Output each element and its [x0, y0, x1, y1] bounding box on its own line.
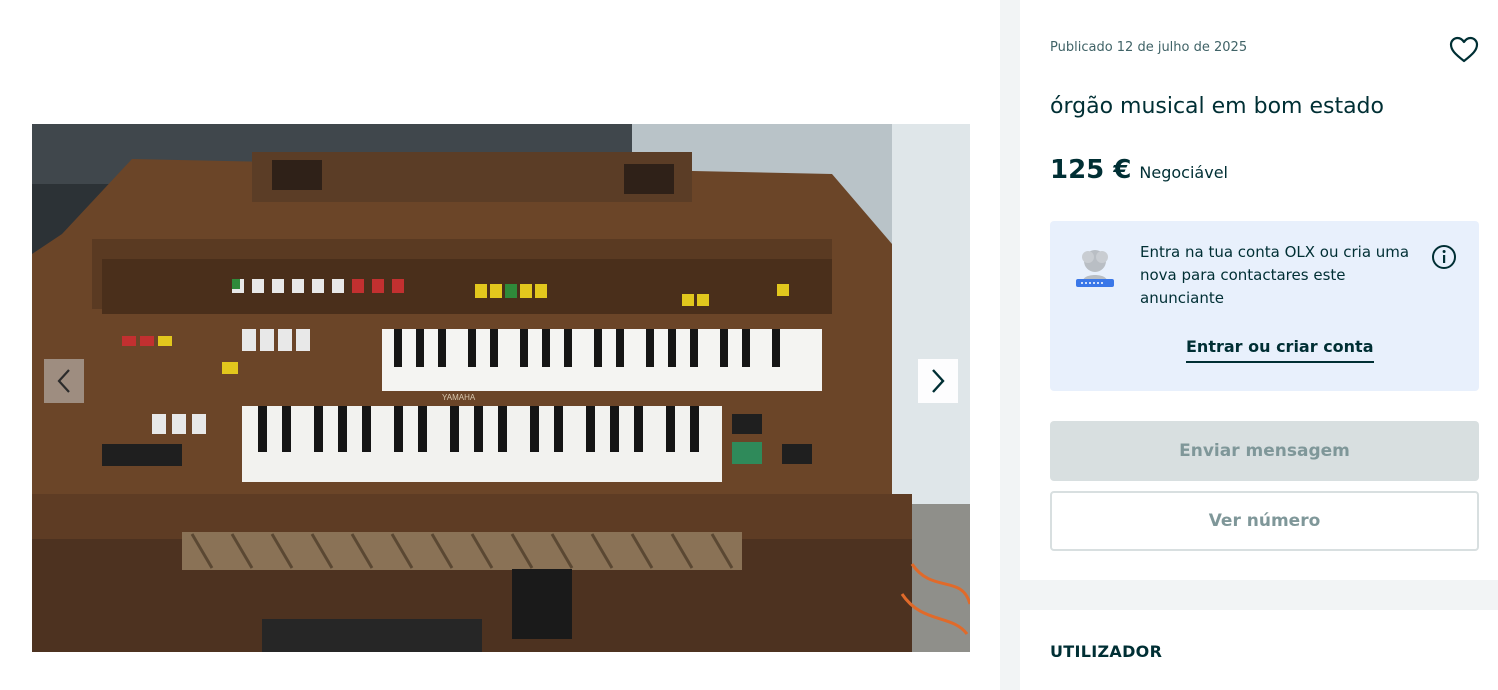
user-section: UTILIZADOR: [1020, 610, 1498, 690]
ad-page: YAMAHA Publicado 12 de julho de 2025 órg…: [0, 0, 1498, 690]
login-prompt-box: Entra na tua conta OLX ou cria uma nova …: [1050, 221, 1479, 391]
login-or-register-link[interactable]: Entrar ou criar conta: [1186, 337, 1374, 363]
gallery-next-button[interactable]: [918, 359, 958, 403]
negotiable-label: Negociável: [1139, 163, 1228, 182]
gallery-prev-button[interactable]: [44, 359, 84, 403]
price: 125 €: [1050, 155, 1132, 185]
organ-photo-illustration: YAMAHA: [32, 124, 970, 652]
ad-details-card: Publicado 12 de julho de 2025 órgão musi…: [1020, 0, 1498, 580]
send-message-button[interactable]: Enviar mensagem: [1050, 421, 1479, 481]
image-gallery: YAMAHA: [0, 0, 1000, 690]
favorite-button[interactable]: [1448, 34, 1480, 66]
chevron-right-icon: [932, 369, 945, 393]
published-date: Publicado 12 de julho de 2025: [1050, 40, 1248, 55]
user-avatar-icon: [1076, 250, 1114, 287]
price-row: 125 € Negociável: [1050, 155, 1228, 185]
heart-icon: [1449, 36, 1479, 63]
info-icon: [1432, 245, 1456, 269]
user-section-heading: UTILIZADOR: [1050, 642, 1163, 661]
info-button[interactable]: [1430, 243, 1458, 271]
ad-title: órgão musical em bom estado: [1050, 94, 1384, 119]
listing-photo[interactable]: YAMAHA: [32, 124, 970, 652]
organ-brand-text: YAMAHA: [442, 393, 476, 402]
login-prompt-text: Entra na tua conta OLX ou cria uma nova …: [1140, 243, 1410, 307]
view-number-button[interactable]: Ver número: [1050, 491, 1479, 551]
chevron-left-icon: [57, 369, 70, 393]
